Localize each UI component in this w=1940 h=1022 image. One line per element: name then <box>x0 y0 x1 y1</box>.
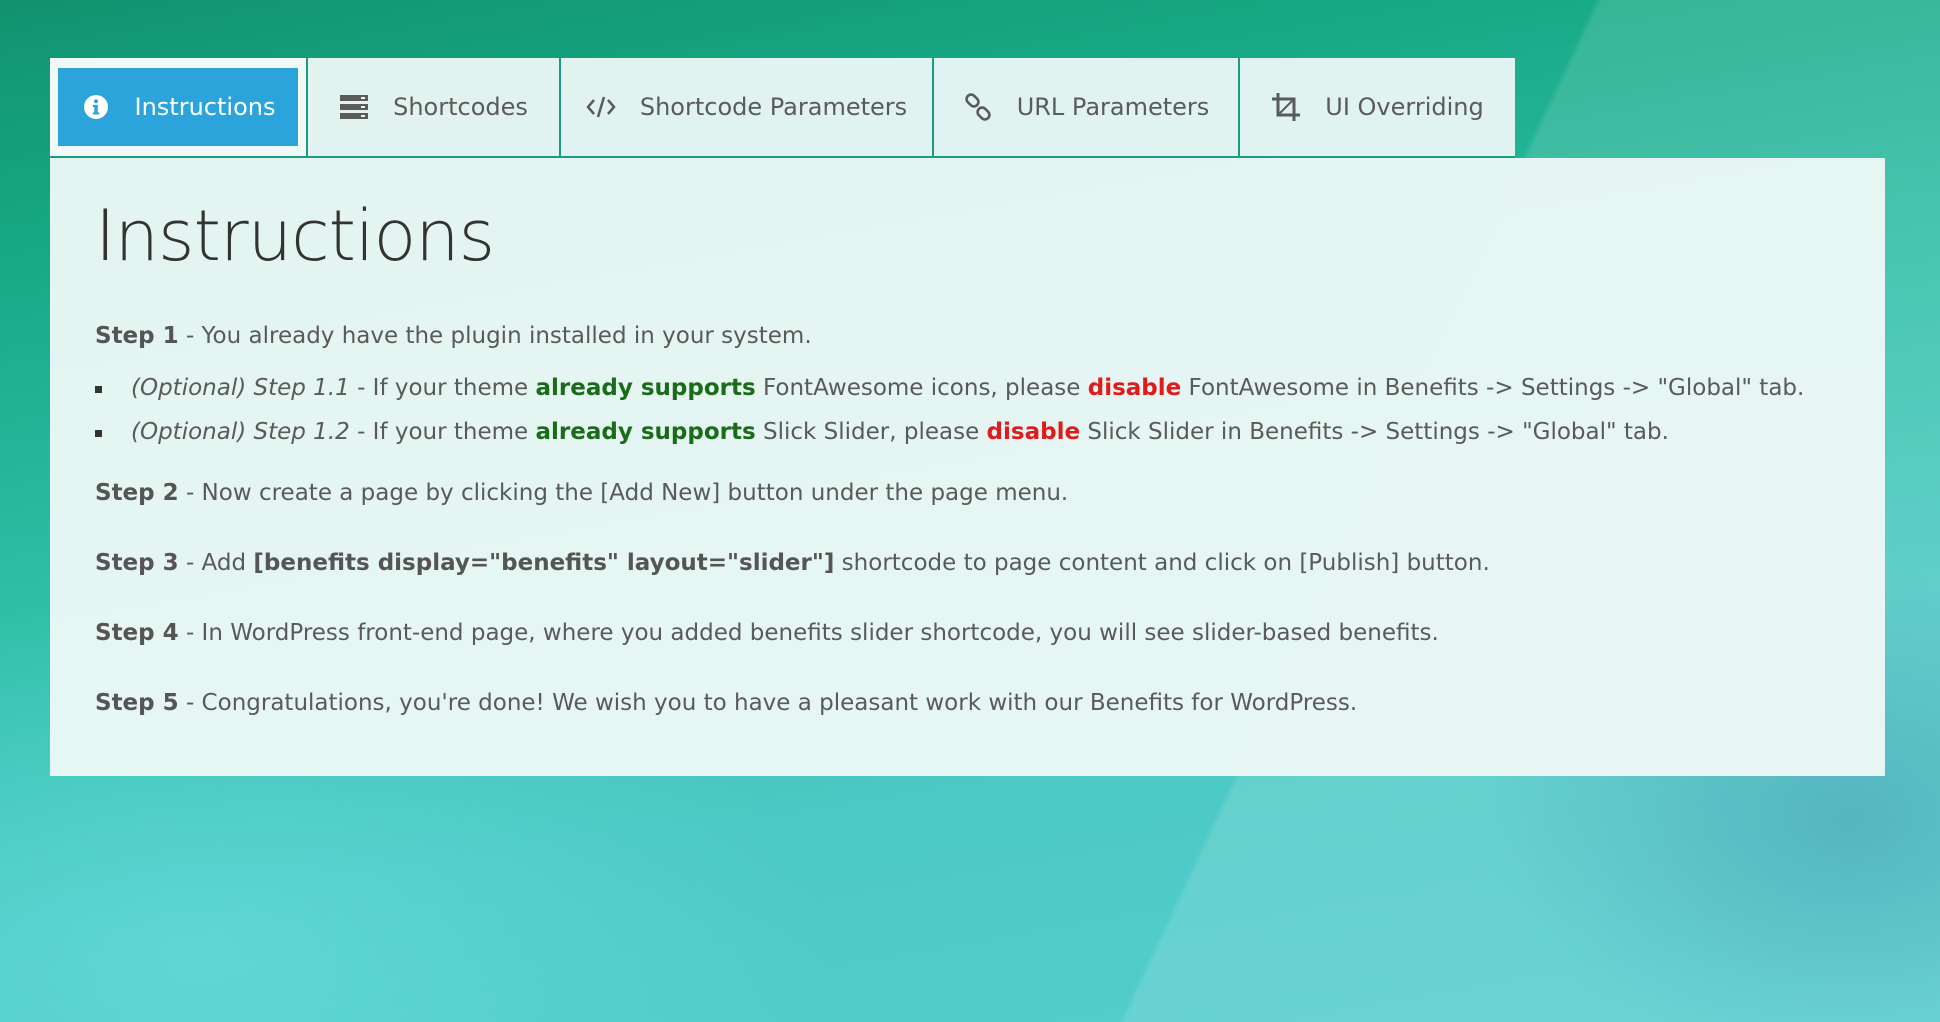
tab-shortcode-parameters[interactable]: Shortcode Parameters <box>561 58 934 158</box>
step-3: Step 3 - Add [benefits display="benefits… <box>95 546 1840 580</box>
step-4: Step 4 - In WordPress front-end page, wh… <box>95 616 1840 650</box>
tab-label: Shortcodes <box>393 93 528 121</box>
step-5: Step 5 - Congratulations, you're done! W… <box>95 686 1840 720</box>
code-icon <box>586 92 616 122</box>
tab-label: URL Parameters <box>1016 93 1210 121</box>
step-label: Step 3 <box>95 550 179 576</box>
step-text: - You already have the plugin installed … <box>178 323 812 349</box>
text-segment: Slick Slider, please <box>755 419 987 445</box>
tab-ui-overriding[interactable]: UI Overriding <box>1240 58 1515 158</box>
highlight-disable: disable <box>986 419 1081 445</box>
step-text: - In WordPress front-end page, where you… <box>178 620 1439 646</box>
text-segment: FontAwesome icons, please <box>755 375 1088 401</box>
step-label: Step 1 <box>95 323 179 349</box>
instructions-panel: Instructions Step 1 - You already have t… <box>50 158 1885 776</box>
step-text: shortcode to page content and click on [… <box>834 550 1490 576</box>
bullet-icon <box>95 430 102 437</box>
bullet-icon <box>95 386 102 393</box>
server-icon <box>339 92 369 122</box>
tab-label: Shortcode Parameters <box>639 93 908 121</box>
step-1: Step 1 - You already have the plugin ins… <box>95 319 1840 353</box>
step-text: - Now create a page by clicking the [Add… <box>178 480 1069 506</box>
info-circle-icon <box>81 92 111 122</box>
optional-steps-list: (Optional) Step 1.1 - If your theme alre… <box>95 371 1840 449</box>
tab-instructions[interactable]: Instructions <box>50 58 308 158</box>
text-segment: Slick Slider in Benefits -> Settings -> … <box>1080 419 1669 445</box>
text-segment: - If your theme <box>349 419 536 445</box>
highlight-supports: already supports <box>535 419 756 445</box>
tab-label: UI Overriding <box>1325 93 1484 121</box>
optional-label: (Optional) Step 1.2 <box>131 419 350 445</box>
page-title: Instructions <box>95 195 495 277</box>
list-item: (Optional) Step 1.1 - If your theme alre… <box>95 371 1840 405</box>
step-label: Step 2 <box>95 480 179 506</box>
tab-label: Instructions <box>134 93 276 121</box>
tab-bar: Instructions Shortcodes Shortcode Parame… <box>50 58 1515 158</box>
optional-label: (Optional) Step 1.1 <box>131 375 350 401</box>
step-text: - Congratulations, you're done! We wish … <box>178 690 1358 716</box>
text-segment: FontAwesome in Benefits -> Settings -> "… <box>1181 375 1805 401</box>
tab-url-parameters[interactable]: URL Parameters <box>934 58 1240 158</box>
crop-icon <box>1271 92 1301 122</box>
tab-shortcodes[interactable]: Shortcodes <box>308 58 561 158</box>
shortcode-text: [benefits display="benefits" layout="sli… <box>253 550 835 576</box>
step-label: Step 5 <box>95 690 179 716</box>
step-2: Step 2 - Now create a page by clicking t… <box>95 476 1840 510</box>
list-item: (Optional) Step 1.2 - If your theme alre… <box>95 415 1840 449</box>
highlight-supports: already supports <box>535 375 756 401</box>
text-segment: - If your theme <box>349 375 536 401</box>
highlight-disable: disable <box>1087 375 1182 401</box>
link-icon <box>963 92 993 122</box>
step-text: - Add <box>178 550 254 576</box>
step-label: Step 4 <box>95 620 179 646</box>
